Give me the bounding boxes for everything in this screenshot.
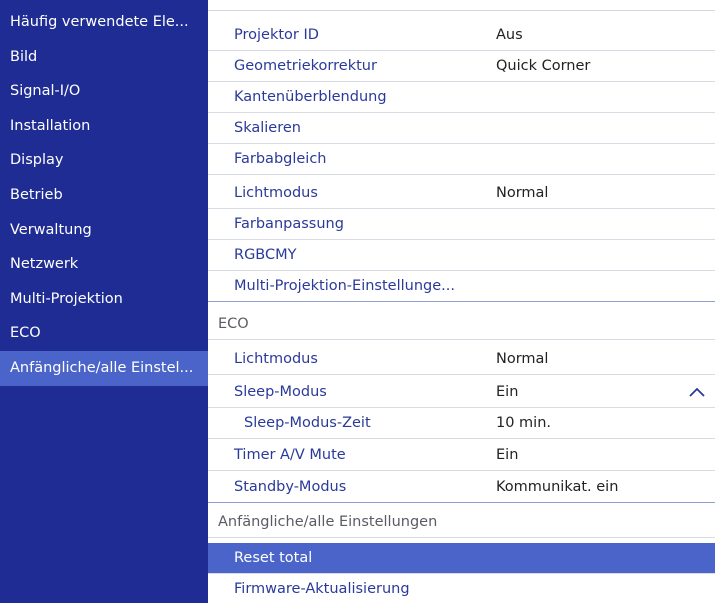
menu-item-geometriekorrektur[interactable]: Geometriekorrektur Quick Corner	[208, 51, 715, 82]
menu-item-firmware-aktualisierung[interactable]: Firmware-Aktualisierung	[208, 574, 715, 603]
menu-item-value: Normal	[496, 185, 549, 201]
menu-item-label: Reset total	[234, 550, 313, 566]
menu-item-timer-av-mute[interactable]: Timer A/V Mute Ein	[208, 440, 715, 471]
menu-item-label: RGBCMY	[234, 247, 297, 263]
scrolled-header-edge	[208, 0, 715, 11]
menu-item-label: Skalieren	[234, 120, 301, 136]
menu-item-sleep-modus[interactable]: Sleep-Modus Ein	[208, 377, 715, 408]
chevron-up-icon[interactable]	[687, 383, 707, 403]
sidebar-item-display[interactable]: Display	[0, 143, 208, 178]
menu-item-value: 10 min.	[496, 415, 552, 431]
menu-item-value: Ein	[496, 384, 519, 400]
section-header-anfaengliche: Anfängliche/alle Einstellungen	[208, 507, 715, 538]
sidebar-item-betrieb[interactable]: Betrieb	[0, 178, 208, 213]
menu-item-lichtmodus[interactable]: Lichtmodus Normal	[208, 178, 715, 209]
menu-item-label: Geometriekorrektur	[234, 58, 377, 74]
section-header-label: Anfängliche/alle Einstellungen	[218, 514, 438, 530]
menu-item-label: Farbanpassung	[234, 216, 344, 232]
settings-panel: Projektor ID Aus Geometriekorrektur Quic…	[208, 0, 715, 603]
menu-item-farbanpassung[interactable]: Farbanpassung	[208, 209, 715, 240]
menu-item-kantenueberblendung[interactable]: Kantenüberblendung	[208, 82, 715, 113]
menu-item-value: Kommunikat. ein	[496, 479, 619, 495]
sidebar-item-bild[interactable]: Bild	[0, 40, 208, 75]
menu-item-label: Sleep-Modus	[234, 384, 327, 400]
section-header-eco: ECO	[208, 309, 715, 340]
menu-item-multi-projektion-einstellungen[interactable]: Multi-Projektion-Einstellunge...	[208, 271, 715, 302]
menu-item-eco-lichtmodus[interactable]: Lichtmodus Normal	[208, 344, 715, 375]
menu-item-label: Kantenüberblendung	[234, 89, 387, 105]
sidebar-item-anfaengliche-einstellungen[interactable]: Anfängliche/alle Einstel...	[0, 350, 208, 386]
menu-item-label: Projektor ID	[234, 27, 319, 43]
menu-item-value: Quick Corner	[496, 58, 591, 74]
menu-item-standby-modus[interactable]: Standby-Modus Kommunikat. ein	[208, 472, 715, 503]
menu-item-label: Firmware-Aktualisierung	[234, 581, 410, 597]
sidebar-item-eco[interactable]: ECO	[0, 316, 208, 351]
menu-item-label: Lichtmodus	[234, 185, 318, 201]
sidebar-item-haeufig-verwendete[interactable]: Häufig verwendete Ele...	[0, 5, 208, 40]
menu-item-reset-total[interactable]: Reset total	[208, 543, 715, 574]
sidebar-item-multi-projektion[interactable]: Multi-Projektion	[0, 282, 208, 317]
menu-item-projektor-id[interactable]: Projektor ID Aus	[208, 20, 715, 51]
menu-item-value: Ein	[496, 447, 519, 463]
menu-item-label: Standby-Modus	[234, 479, 347, 495]
sidebar-item-netzwerk[interactable]: Netzwerk	[0, 247, 208, 282]
sidebar-item-installation[interactable]: Installation	[0, 109, 208, 144]
sidebar-item-verwaltung[interactable]: Verwaltung	[0, 213, 208, 248]
sidebar-item-signal-io[interactable]: Signal-I/O	[0, 74, 208, 109]
menu-item-skalieren[interactable]: Skalieren	[208, 113, 715, 144]
menu-item-label: Lichtmodus	[234, 351, 318, 367]
menu-item-sleep-modus-zeit[interactable]: Sleep-Modus-Zeit 10 min.	[208, 408, 715, 439]
menu-item-label: Farbabgleich	[234, 151, 327, 167]
menu-item-label: Sleep-Modus-Zeit	[244, 415, 371, 431]
menu-item-label: Multi-Projektion-Einstellunge...	[234, 278, 455, 294]
section-header-label: ECO	[218, 316, 249, 332]
menu-item-value: Normal	[496, 351, 549, 367]
menu-item-rgbcmy[interactable]: RGBCMY	[208, 240, 715, 271]
menu-item-farbabgleich[interactable]: Farbabgleich	[208, 144, 715, 175]
menu-item-label: Timer A/V Mute	[234, 447, 346, 463]
sidebar-menu: Häufig verwendete Ele... Bild Signal-I/O…	[0, 0, 208, 603]
menu-item-value: Aus	[496, 27, 523, 43]
